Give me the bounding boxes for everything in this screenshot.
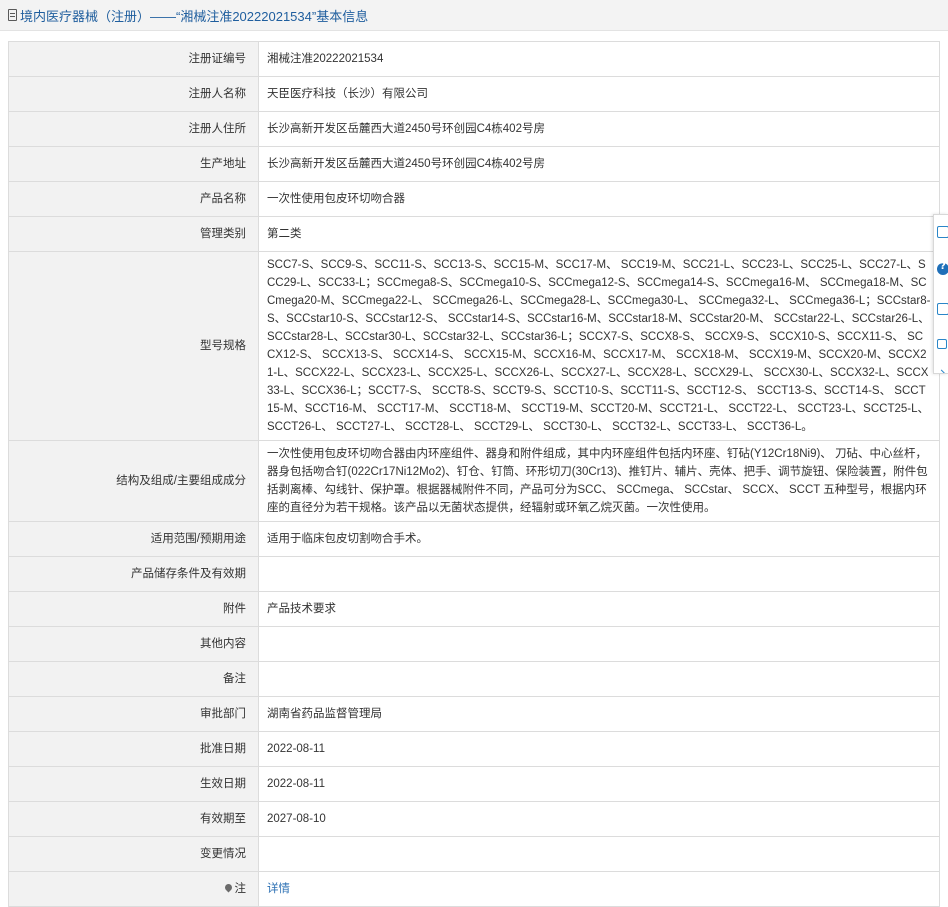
row-value	[258, 836, 940, 872]
row-value: 2022-08-11	[258, 766, 940, 802]
row-value: 一次性使用包皮环切吻合器	[258, 181, 940, 217]
row-label: 其他内容	[8, 626, 259, 662]
table-row: 生产地址 长沙高新开发区岳麓西大道2450号环创园C4栋402号房	[8, 146, 940, 182]
row-label: 生产地址	[8, 146, 259, 182]
table-row: 管理类别 第二类	[8, 216, 940, 252]
row-label: 变更情况	[8, 836, 259, 872]
row-label: 产品储存条件及有效期	[8, 556, 259, 592]
row-label: 注册人名称	[8, 76, 259, 112]
table-row: 注册人名称 天臣医疗科技（长沙）有限公司	[8, 76, 940, 112]
row-value	[258, 556, 940, 592]
page-title: 境内医疗器械（注册）——“湘械注准20222021534”基本信息	[20, 8, 369, 24]
row-label: 审批部门	[8, 696, 259, 732]
side-toolbar	[933, 214, 948, 374]
details-link[interactable]: 详情	[267, 883, 290, 895]
row-label: 产品名称	[8, 181, 259, 217]
page-header: 境内医疗器械（注册）——“湘械注准20222021534”基本信息	[0, 0, 948, 31]
row-value: 湖南省药品监督管理局	[258, 696, 940, 732]
row-value: 长沙高新开发区岳麓西大道2450号环创园C4栋402号房	[258, 111, 940, 147]
table-row: 结构及组成/主要组成成分 一次性使用包皮环切吻合器由内环座组件、器身和附件组成，…	[8, 440, 940, 522]
table-row: 附件 产品技术要求	[8, 591, 940, 627]
note-label-cell: 注	[8, 871, 259, 907]
row-label: 适用范围/预期用途	[8, 521, 259, 557]
row-value: 2022-08-11	[258, 731, 940, 767]
row-value: 一次性使用包皮环切吻合器由内环座组件、器身和附件组成，其中内环座组件包括内环座、…	[258, 440, 940, 522]
row-label: 批准日期	[8, 731, 259, 767]
image-icon[interactable]	[937, 303, 948, 315]
row-value: 天臣医疗科技（长沙）有限公司	[258, 76, 940, 112]
table-row: 产品名称 一次性使用包皮环切吻合器	[8, 181, 940, 217]
note-value-cell: 详情	[258, 871, 940, 907]
table-row: 产品储存条件及有效期	[8, 556, 940, 592]
row-value	[258, 661, 940, 697]
table-row: 批准日期 2022-08-11	[8, 731, 940, 767]
collapse-arrow-icon[interactable]	[938, 371, 948, 373]
table-row: 适用范围/预期用途 适用于临床包皮切割吻合手术。	[8, 521, 940, 557]
table-row: 审批部门 湖南省药品监督管理局	[8, 696, 940, 732]
pin-icon	[223, 883, 233, 893]
table-row: 注册证编号 湘械注准20222021534	[8, 41, 940, 77]
row-label: 附件	[8, 591, 259, 627]
row-value: 湘械注准20222021534	[258, 41, 940, 77]
row-value	[258, 626, 940, 662]
row-value: 2027-08-10	[258, 801, 940, 837]
row-label: 生效日期	[8, 766, 259, 802]
copy-icon[interactable]	[937, 339, 947, 349]
table-row: 其他内容	[8, 626, 940, 662]
row-label: 型号规格	[8, 251, 259, 441]
table-row: 变更情况	[8, 836, 940, 872]
row-value: 长沙高新开发区岳麓西大道2450号环创园C4栋402号房	[258, 146, 940, 182]
help-icon[interactable]	[937, 261, 948, 275]
row-label: 备注	[8, 661, 259, 697]
row-value: 第二类	[258, 216, 940, 252]
row-label: 注册证编号	[8, 41, 259, 77]
row-value: SCC7-S、SCC9-S、SCC11-S、SCC13-S、SCC15-M、SC…	[258, 251, 940, 441]
row-label: 注册人住所	[8, 111, 259, 147]
table-row-note: 注 详情	[8, 871, 940, 907]
row-label: 管理类别	[8, 216, 259, 252]
note-label: 注	[234, 883, 247, 895]
document-icon	[8, 9, 17, 21]
row-label: 结构及组成/主要组成成分	[8, 440, 259, 522]
document-icon[interactable]	[937, 226, 948, 238]
table-row: 备注	[8, 661, 940, 697]
row-value: 适用于临床包皮切割吻合手术。	[258, 521, 940, 557]
table-row: 注册人住所 长沙高新开发区岳麓西大道2450号环创园C4栋402号房	[8, 111, 940, 147]
row-value: 产品技术要求	[258, 591, 940, 627]
table-row: 有效期至 2027-08-10	[8, 801, 940, 837]
row-label: 有效期至	[8, 801, 259, 837]
table-row: 型号规格 SCC7-S、SCC9-S、SCC11-S、SCC13-S、SCC15…	[8, 251, 940, 441]
info-table: 注册证编号 湘械注准20222021534 注册人名称 天臣医疗科技（长沙）有限…	[8, 41, 940, 907]
table-row: 生效日期 2022-08-11	[8, 766, 940, 802]
